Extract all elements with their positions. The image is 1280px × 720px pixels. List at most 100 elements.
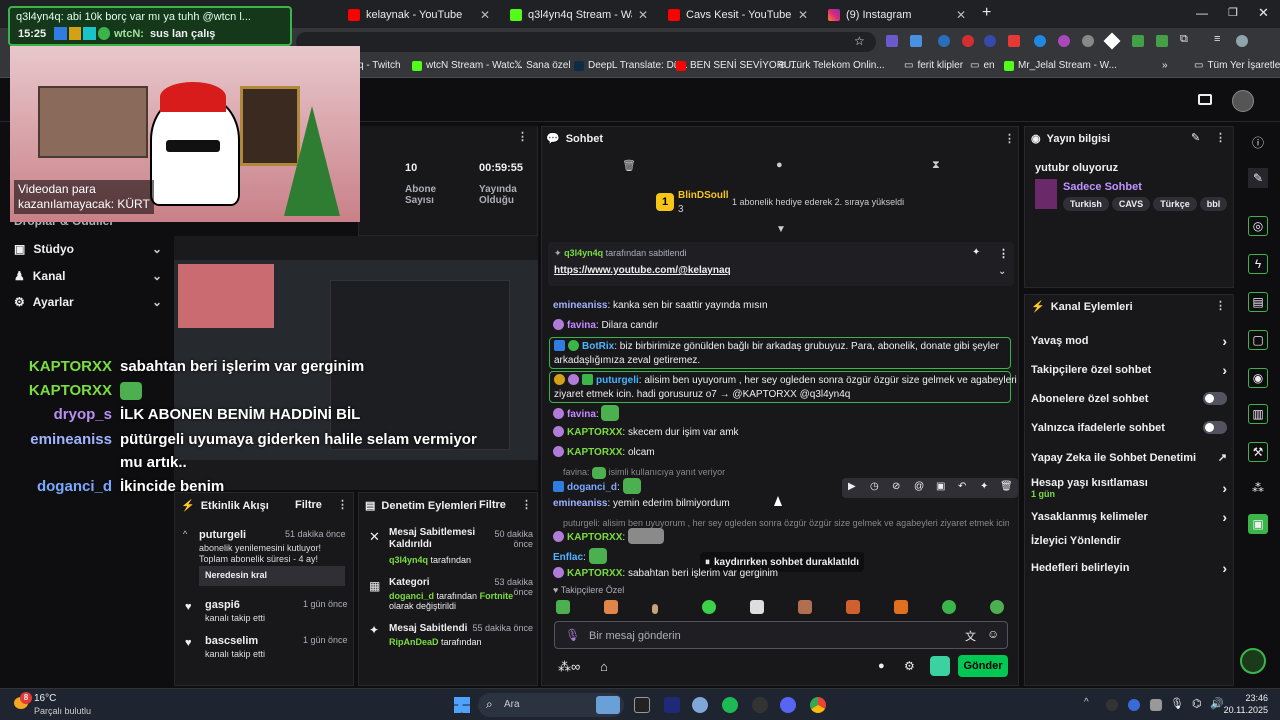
nav-item-settings[interactable]: ⚙ Ayarlar ⌄: [14, 295, 162, 309]
chat-username[interactable]: BotRix: [582, 341, 614, 352]
bookmark-item[interactable]: ⊕ Türk Telekom Onlin...: [778, 60, 885, 71]
mod-username[interactable]: q3l4yn4q: [389, 555, 428, 565]
settings-app-icon[interactable]: [692, 697, 708, 713]
emote-icon[interactable]: [556, 600, 570, 614]
category-link[interactable]: Sadece Sohbet: [1063, 181, 1142, 193]
clock-date[interactable]: 20.11.2025: [1222, 705, 1268, 715]
account-age-action[interactable]: Hesap yaşı kısıtlaması 1 gün ›: [1031, 475, 1227, 501]
chat-message[interactable]: favina:: [553, 405, 1009, 422]
chat-username[interactable]: puturgeli: [596, 375, 639, 386]
trash-icon[interactable]: 🗑: [1000, 481, 1013, 492]
chat-message[interactable]: KAPTORXX: skecem dur işim var amk: [553, 426, 1009, 440]
chat-message[interactable]: KAPTORXX:: [553, 528, 1009, 544]
extension-icon[interactable]: [930, 656, 950, 676]
subscribers-only-toggle[interactable]: [1203, 392, 1227, 405]
microphone-icon[interactable]: 🎙: [1170, 697, 1184, 710]
user-avatar[interactable]: [1232, 90, 1254, 112]
print-icon[interactable]: ▥: [1248, 404, 1268, 424]
emote-icon[interactable]: [702, 600, 716, 614]
tray-icon[interactable]: [1128, 699, 1140, 711]
chat-message[interactable]: KAPTORXX: sabahtan beri işlerim var gerg…: [553, 567, 1009, 581]
info-icon[interactable]: ⓘ: [1248, 132, 1268, 152]
gift-icon[interactable]: ⌂: [600, 659, 608, 674]
emote-icon[interactable]: [846, 600, 860, 614]
tag[interactable]: CAVS: [1111, 197, 1151, 211]
chat-username[interactable]: emineaniss: [553, 300, 607, 311]
category-boxart[interactable]: [1035, 179, 1057, 209]
send-button[interactable]: Gönder: [958, 655, 1008, 677]
chrome-icon[interactable]: [810, 697, 826, 713]
profile-avatar[interactable]: [1236, 35, 1248, 47]
close-icon[interactable]: ✕: [480, 8, 490, 22]
banned-words-action[interactable]: Yasaklanmış kelimeler ›: [1031, 509, 1227, 525]
new-tab-button[interactable]: +: [982, 4, 991, 22]
play-icon[interactable]: ▶: [848, 481, 856, 492]
points-icon[interactable]: ⁂∞: [558, 659, 580, 675]
nav-item-studio[interactable]: ▣ Stüdyo ⌄: [14, 242, 162, 256]
wrench-icon[interactable]: ⚒: [1248, 442, 1268, 462]
bookmark-item[interactable]: 𝕏 Sana özel: [514, 60, 571, 71]
activity-user[interactable]: bascselim: [205, 635, 258, 647]
activity-user[interactable]: gaspi6: [205, 599, 240, 611]
close-icon[interactable]: ✕: [638, 8, 648, 22]
tray-icon[interactable]: [1106, 699, 1118, 711]
tray-icon[interactable]: [1150, 699, 1162, 711]
pinned-link[interactable]: https://www.youtube.com/@kelaynaq: [554, 265, 731, 276]
filter-button[interactable]: Filtre: [295, 499, 322, 511]
emoji-icon[interactable]: ☺: [987, 627, 999, 641]
tab-cavs-kesit[interactable]: Cavs Kesit - YouTube ✕: [660, 4, 816, 26]
gifter-name[interactable]: BlinDSoull: [678, 190, 729, 201]
chat-input[interactable]: 🎙 Bir mesaj gönderin 文 ☺: [554, 621, 1008, 649]
pencil-icon[interactable]: ✎: [1248, 168, 1268, 188]
extension-icon[interactable]: [1103, 32, 1121, 50]
chat-username[interactable]: favina: [567, 409, 596, 420]
spotify-icon[interactable]: [722, 697, 738, 713]
camera-icon[interactable]: ◎: [1248, 216, 1268, 236]
more-options-icon[interactable]: ⋮: [521, 498, 532, 511]
highlighted-message[interactable]: puturgeli: alisim ben uyuyorum , her sey…: [549, 371, 1017, 403]
maximize-button[interactable]: ❐: [1228, 6, 1238, 19]
weather-widget[interactable]: 8: [12, 692, 34, 715]
taskbar-search[interactable]: ⌕ Ara: [478, 693, 624, 717]
extension-icon[interactable]: [910, 35, 922, 47]
activity-user[interactable]: puturgeli: [199, 529, 246, 541]
bookmark-folder[interactable]: ▭ ferit klipler: [904, 60, 963, 71]
extension-icon[interactable]: [1034, 35, 1046, 47]
chat-username[interactable]: KAPTORXX: [567, 532, 622, 543]
edit-icon[interactable]: ✎: [1191, 131, 1200, 144]
bookmark-folder[interactable]: ▭ en: [970, 60, 995, 71]
raid-action[interactable]: İzleyici Yönlendir: [1031, 535, 1227, 547]
bookmark-star-icon[interactable]: ☆: [854, 34, 865, 48]
filter-button[interactable]: Filtre: [479, 499, 506, 511]
premiere-icon[interactable]: [664, 697, 680, 713]
chat-message[interactable]: emineaniss: kanka sen bir saattir yayınd…: [553, 299, 1009, 313]
chat-username[interactable]: Enflac: [553, 552, 583, 563]
bookmark-item[interactable]: DeepL Translate: Dü...: [574, 60, 688, 71]
bookmark-item[interactable]: q - Twitch: [358, 60, 401, 71]
mod-username[interactable]: RipAnDeaD: [389, 637, 439, 647]
chat-username[interactable]: KAPTORXX: [567, 447, 622, 458]
chat-username[interactable]: KAPTORXX: [567, 568, 622, 579]
chat-icon[interactable]: ●: [776, 159, 783, 171]
more-options-icon[interactable]: ⋮: [1004, 132, 1015, 145]
clipboard-icon[interactable]: ▤: [1248, 292, 1268, 312]
tag[interactable]: bbl: [1199, 197, 1228, 211]
emote-only-action[interactable]: Yalnızca ifadelerle sohbet: [1031, 421, 1227, 434]
clock-icon[interactable]: ◷: [870, 481, 879, 492]
chat-icon[interactable]: ▢: [1248, 330, 1268, 350]
hourglass-icon[interactable]: ⧗: [932, 159, 940, 172]
chat-username[interactable]: emineaniss: [553, 498, 607, 509]
chat-message[interactable]: favina: Dilara candır: [553, 319, 1009, 333]
pinned-username[interactable]: q3l4yn4q: [564, 248, 603, 258]
subscribers-only-action[interactable]: Abonelere özel sohbet: [1031, 392, 1227, 405]
bookmarks-more[interactable]: »: [1162, 60, 1168, 71]
extension-icon[interactable]: [938, 35, 950, 47]
extension-icon[interactable]: [886, 35, 898, 47]
reply-icon[interactable]: ↶: [958, 481, 966, 492]
tab-q3l4yn4q-stream[interactable]: q3l4yn4q Stream - Watch Live o ✕: [502, 4, 656, 26]
more-options-icon[interactable]: ⋮: [1215, 299, 1226, 312]
lightning-icon[interactable]: ϟ: [1248, 254, 1268, 274]
trash-icon[interactable]: 🗑: [622, 159, 636, 172]
bookmark-item[interactable]: wtcN Stream - Watc...: [412, 60, 523, 71]
network-icon[interactable]: ⌬: [1192, 697, 1202, 710]
